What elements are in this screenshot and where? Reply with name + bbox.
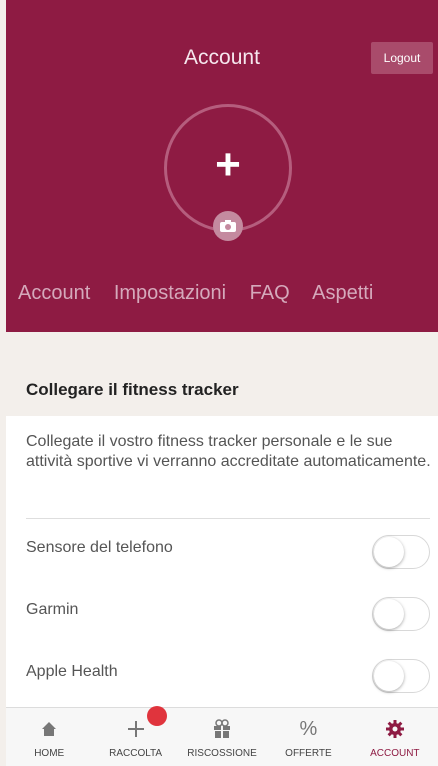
gear-icon: [352, 718, 438, 740]
tracker-label: Garmin: [26, 601, 79, 618]
tab-faq[interactable]: FAQ: [250, 282, 290, 304]
account-tabs: Account Impostazioni FAQ Aspetti: [18, 282, 391, 305]
tab-account[interactable]: Account: [18, 282, 90, 304]
toggle-knob: [374, 661, 404, 691]
tab-account-nav[interactable]: ACCOUNT: [352, 708, 438, 766]
tab-home[interactable]: HOME: [6, 708, 92, 766]
bottom-tab-bar: HOME RACCOLTA RISCOSSIONE % OFFERTE ACCO…: [6, 706, 438, 766]
toggle-knob: [374, 599, 404, 629]
tracker-label: Sensore del telefono: [26, 539, 173, 556]
plus-icon: [92, 718, 178, 740]
tab-label: RISCOSSIONE: [187, 748, 257, 759]
tab-raccolta[interactable]: RACCOLTA: [92, 706, 178, 766]
gift-icon: [179, 718, 265, 740]
add-photo-button[interactable]: +: [164, 104, 292, 241]
logout-button[interactable]: Logout: [371, 42, 433, 74]
percent-icon: %: [299, 717, 318, 740]
section-header: Collegare il fitness tracker: [6, 332, 438, 416]
tab-riscossione[interactable]: RISCOSSIONE: [179, 708, 265, 766]
camera-icon[interactable]: [213, 211, 243, 241]
tab-label: ACCOUNT: [370, 748, 420, 759]
apple-health-toggle[interactable]: [372, 659, 430, 693]
phone-sensor-toggle[interactable]: [372, 535, 430, 569]
tab-label: HOME: [34, 748, 65, 759]
tab-aspetti[interactable]: Aspetti: [312, 282, 373, 304]
fitness-tracker-panel: Collegate il vostro fitness tracker pers…: [6, 416, 438, 707]
home-icon: [6, 718, 92, 740]
tracker-label: Apple Health: [26, 663, 118, 680]
account-header: Account Logout + Account Impostazioni FA…: [6, 0, 438, 332]
description-text: Collegate il vostro fitness tracker pers…: [26, 433, 431, 470]
tab-offerte[interactable]: % OFFERTE: [265, 708, 351, 766]
tab-impostazioni[interactable]: Impostazioni: [114, 282, 226, 304]
tab-label: RACCOLTA: [109, 748, 163, 759]
garmin-toggle[interactable]: [372, 597, 430, 631]
toggle-knob: [374, 537, 404, 567]
tracker-row-garmin: Garmin: [26, 581, 430, 643]
tracker-row-phone-sensor: Sensore del telefono: [26, 519, 430, 581]
section-title: Collegare il fitness tracker: [26, 380, 239, 399]
tracker-row-apple-health: Apple Health: [26, 643, 430, 705]
tab-label: OFFERTE: [285, 748, 332, 759]
add-icon: +: [215, 140, 241, 189]
